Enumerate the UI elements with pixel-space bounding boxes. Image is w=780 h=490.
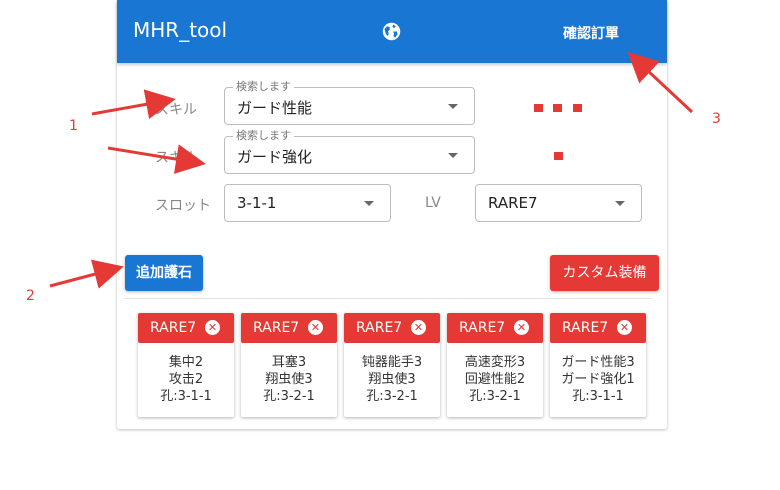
talisman-skill-2: 翔虫使3 xyxy=(368,372,416,387)
talisman-slot: 孔:3-2-1 xyxy=(366,389,418,404)
skill-search-legend-2: 検索します xyxy=(233,129,294,143)
annotation-number-2: 2 xyxy=(26,288,35,304)
skill-select-2[interactable]: 検索します ガード強化 xyxy=(224,129,475,174)
skill-level-dot xyxy=(553,104,562,112)
talisman-details: 高速変形3 回避性能2 孔:3-2-1 xyxy=(447,354,543,405)
talisman-skill-2: 攻击2 xyxy=(168,372,204,387)
rarity-label: RARE7 xyxy=(150,320,197,336)
skill-search-legend-1: 検索します xyxy=(233,80,294,94)
talisman-details: 耳塞3 翔虫使3 孔:3-2-1 xyxy=(241,354,337,405)
rarity-label: RARE7 xyxy=(356,320,403,336)
talisman-skill-1: 集中2 xyxy=(168,355,204,370)
skill-label-2: スキル xyxy=(155,150,197,166)
talisman-skill-2: ガード強化1 xyxy=(561,372,635,387)
talisman-details: 钝器能手3 翔虫使3 孔:3-2-1 xyxy=(344,354,440,405)
chevron-down-icon xyxy=(448,104,458,109)
annotation-number-3: 3 xyxy=(712,111,721,127)
chevron-down-icon xyxy=(364,201,374,206)
skill-label-1: スキル xyxy=(155,102,197,118)
rarity-label: RARE7 xyxy=(253,320,300,336)
talisman-skill-2: 翔虫使3 xyxy=(265,372,313,387)
skill-level-dot xyxy=(573,104,582,112)
chevron-down-icon xyxy=(448,153,458,158)
talisman-skill-1: ガード性能3 xyxy=(561,355,635,370)
close-icon[interactable]: ✕ xyxy=(308,320,323,335)
talisman-slot: 孔:3-2-1 xyxy=(469,389,521,404)
rarity-chip: RARE7 ✕ xyxy=(344,313,440,343)
skill-select-1[interactable]: 検索します ガード性能 xyxy=(224,80,475,125)
lv-select[interactable]: RARE7 xyxy=(475,184,642,222)
confirm-order-button[interactable]: 確認訂單 xyxy=(563,23,619,43)
talisman-slot: 孔:3-1-1 xyxy=(160,389,212,404)
close-icon[interactable]: ✕ xyxy=(411,320,426,335)
app-title: MHR_tool xyxy=(133,18,228,42)
talisman-card: RARE7 ✕ 钝器能手3 翔虫使3 孔:3-2-1 xyxy=(344,313,440,417)
slot-value: 3-1-1 xyxy=(237,194,277,212)
divider xyxy=(125,298,651,299)
close-icon[interactable]: ✕ xyxy=(205,320,220,335)
rarity-chip: RARE7 ✕ xyxy=(241,313,337,343)
talisman-skill-2: 回避性能2 xyxy=(464,372,526,387)
talisman-slot: 孔:3-2-1 xyxy=(263,389,315,404)
slot-select[interactable]: 3-1-1 xyxy=(224,184,391,222)
annotation-number-1: 1 xyxy=(69,118,78,134)
skill-value-1: ガード性能 xyxy=(237,99,313,117)
globe-icon[interactable] xyxy=(381,21,402,42)
talisman-card: RARE7 ✕ 集中2 攻击2 孔:3-1-1 xyxy=(138,313,234,417)
lv-label: LV xyxy=(425,195,441,211)
talisman-skill-1: 耳塞3 xyxy=(271,355,307,370)
main-card: MHR_tool 確認訂單 スキル 検索します ガード性能 スキル 検索します … xyxy=(117,0,667,429)
chevron-down-icon xyxy=(615,201,625,206)
talisman-card: RARE7 ✕ ガード性能3 ガード強化1 孔:3-1-1 xyxy=(550,313,646,417)
rarity-chip: RARE7 ✕ xyxy=(550,313,646,343)
close-icon[interactable]: ✕ xyxy=(514,320,529,335)
app-header: MHR_tool 確認訂單 xyxy=(117,0,667,63)
talisman-slot: 孔:3-1-1 xyxy=(572,389,624,404)
talisman-skill-1: 钝器能手3 xyxy=(361,355,423,370)
rarity-label: RARE7 xyxy=(459,320,506,336)
custom-equipment-button[interactable]: カスタム装備 xyxy=(550,255,659,291)
lv-value: RARE7 xyxy=(488,194,538,212)
talisman-card: RARE7 ✕ 高速変形3 回避性能2 孔:3-2-1 xyxy=(447,313,543,417)
talisman-details: ガード性能3 ガード強化1 孔:3-1-1 xyxy=(550,354,646,405)
slot-label: スロット xyxy=(155,198,211,214)
talisman-details: 集中2 攻击2 孔:3-1-1 xyxy=(138,354,234,405)
add-talisman-button[interactable]: 追加護石 xyxy=(125,255,203,291)
talisman-card: RARE7 ✕ 耳塞3 翔虫使3 孔:3-2-1 xyxy=(241,313,337,417)
rarity-chip: RARE7 ✕ xyxy=(138,313,234,343)
talisman-skill-1: 高速変形3 xyxy=(464,355,526,370)
close-icon[interactable]: ✕ xyxy=(617,320,632,335)
rarity-label: RARE7 xyxy=(562,320,609,336)
rarity-chip: RARE7 ✕ xyxy=(447,313,543,343)
skill-level-dot xyxy=(554,152,563,160)
skill-level-dot xyxy=(534,104,543,112)
skill-value-2: ガード強化 xyxy=(237,148,313,166)
annotation-arrow-2 xyxy=(49,259,124,289)
